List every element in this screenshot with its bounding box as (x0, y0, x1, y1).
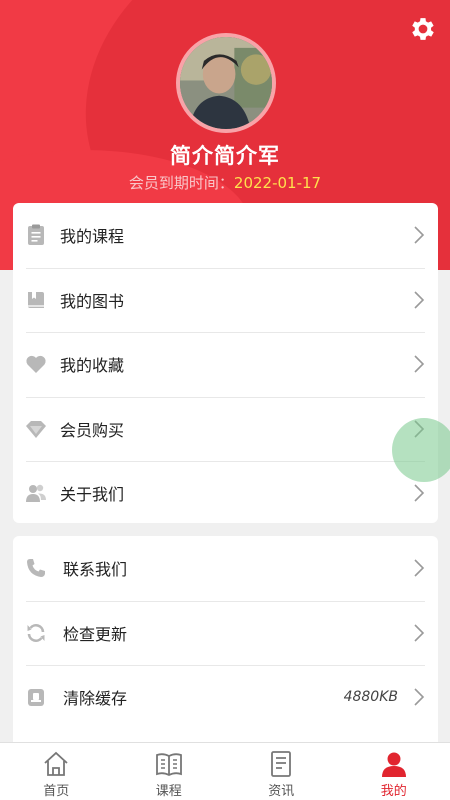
bottom-tab-bar: 首页 课程 资讯 我的 (0, 742, 450, 800)
menu-item-my-courses[interactable]: 我的课程 (13, 203, 438, 268)
open-book-icon (155, 753, 182, 777)
menu-item-my-books[interactable]: 我的图书 (13, 267, 438, 333)
primary-menu-card: 我的课程 我的图书 我的收藏 会员购买 关于我们 (13, 203, 438, 523)
menu-item-label: 我的图书 (60, 291, 125, 311)
menu-item-label: 关于我们 (60, 485, 125, 505)
tab-mine[interactable]: 我的 (338, 743, 450, 800)
tab-home[interactable]: 首页 (0, 743, 113, 800)
member-expiry-date: 2022-01-17 (233, 174, 322, 192)
tab-courses[interactable]: 课程 (113, 743, 226, 800)
phone-icon (27, 559, 45, 578)
gear-icon[interactable] (408, 14, 438, 44)
menu-item-contact-us[interactable]: 联系我们 (13, 536, 438, 601)
diamond-icon (26, 420, 46, 438)
person-icon (381, 752, 406, 777)
touch-ripple (392, 418, 450, 482)
menu-item-label: 我的收藏 (60, 356, 125, 376)
book-icon (28, 291, 44, 308)
chevron-right-icon (414, 355, 425, 373)
home-icon (44, 751, 68, 776)
tab-label: 课程 (155, 784, 182, 799)
menu-item-my-favorites[interactable]: 我的收藏 (13, 332, 438, 397)
chevron-right-icon (414, 624, 425, 642)
tab-label: 我的 (380, 784, 407, 799)
menu-item-label: 联系我们 (63, 560, 128, 580)
document-icon (271, 751, 292, 777)
heart-icon (26, 356, 46, 374)
cache-icon (28, 689, 44, 707)
clipboard-icon (28, 224, 44, 246)
users-icon (26, 485, 46, 503)
member-expiry-line: 会员到期时间：2022-01-17 (0, 172, 450, 193)
chevron-right-icon (414, 688, 425, 706)
menu-item-label: 我的课程 (60, 227, 125, 247)
member-expiry-label: 会员到期时间： (128, 174, 234, 192)
chevron-right-icon (414, 226, 425, 244)
chevron-right-icon (414, 484, 425, 502)
menu-item-membership-purchase[interactable]: 会员购买 (13, 396, 438, 462)
menu-item-check-update[interactable]: 检查更新 (13, 600, 438, 666)
avatar[interactable] (176, 33, 276, 133)
username: 简介简介军 (170, 144, 280, 168)
menu-item-label: 清除缓存 (63, 689, 128, 709)
menu-item-clear-cache[interactable]: 清除缓存 4880KB (13, 665, 438, 730)
refresh-icon (27, 623, 45, 642)
menu-item-label: 会员购买 (60, 420, 125, 440)
tab-news[interactable]: 资讯 (225, 743, 338, 800)
tab-label: 首页 (43, 784, 70, 799)
menu-item-label: 检查更新 (63, 624, 128, 644)
chevron-right-icon (414, 291, 425, 309)
menu-item-about-us[interactable]: 关于我们 (13, 461, 438, 526)
cache-size: 4880KB (343, 689, 398, 706)
secondary-menu-card: 联系我们 检查更新 清除缓存 4880KB (13, 536, 438, 742)
chevron-right-icon (414, 559, 425, 577)
tab-label: 资讯 (268, 784, 295, 799)
